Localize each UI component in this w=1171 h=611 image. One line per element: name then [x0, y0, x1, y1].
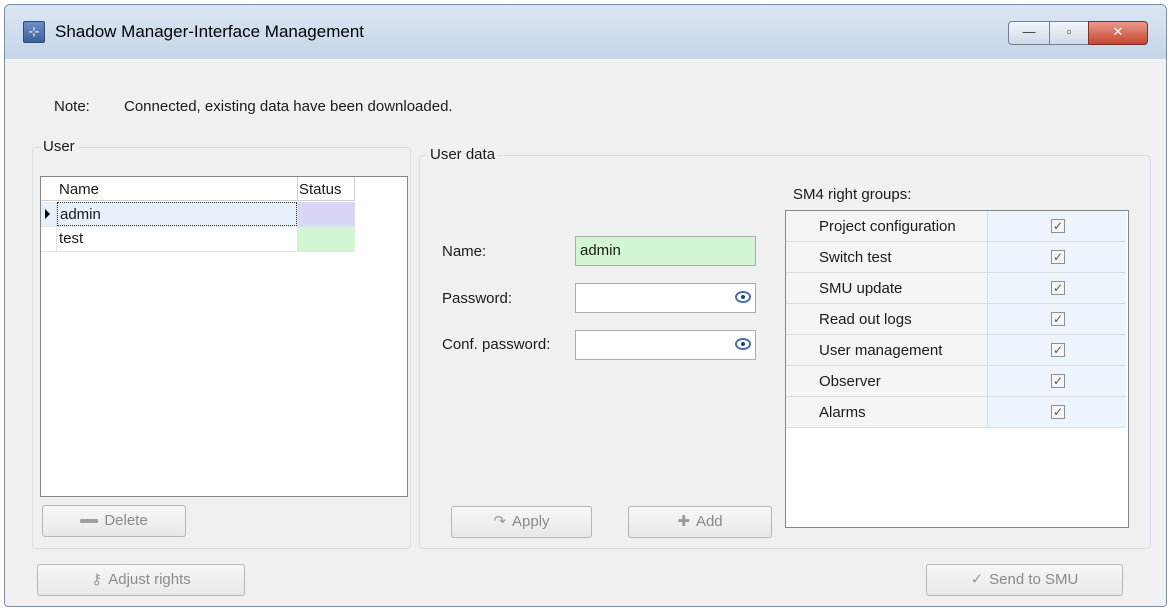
- close-icon: ✕: [1112, 24, 1124, 39]
- confirm-password-field[interactable]: [575, 330, 756, 360]
- column-header-name[interactable]: Name: [59, 181, 99, 198]
- rights-checkbox[interactable]: ✓: [1051, 405, 1065, 419]
- column-divider: [354, 177, 355, 201]
- note-text: Connected, existing data have been downl…: [124, 98, 453, 115]
- main-window: ⊹ Shadow Manager-Interface Management — …: [4, 4, 1167, 607]
- user-grid[interactable]: Name Status admin test: [40, 176, 408, 497]
- maximize-button[interactable]: ▫: [1049, 21, 1089, 45]
- minimize-icon: —: [1022, 24, 1036, 39]
- send-to-smu-label: Send to SMU: [989, 571, 1079, 588]
- rights-row-project-configuration[interactable]: Project configuration ✓: [786, 211, 1126, 242]
- close-button[interactable]: ✕: [1088, 21, 1148, 45]
- rights-groups-label: SM4 right groups:: [793, 186, 912, 203]
- user-data-group-legend: User data: [428, 146, 498, 163]
- rights-checkbox[interactable]: ✓: [1051, 219, 1065, 233]
- send-to-smu-button[interactable]: ✓ Send to SMU: [926, 564, 1123, 596]
- column-divider: [297, 177, 298, 201]
- rights-name-cell: Observer: [786, 366, 988, 396]
- rights-row-observer[interactable]: Observer ✓: [786, 366, 1126, 397]
- rights-row-smu-update[interactable]: SMU update ✓: [786, 273, 1126, 304]
- show-confirm-password-eye-icon[interactable]: [735, 338, 751, 350]
- add-label: Add: [695, 513, 723, 530]
- app-icon[interactable]: ⊹: [23, 21, 45, 43]
- password-field[interactable]: [575, 283, 756, 313]
- user-group-legend: User: [41, 138, 77, 155]
- rights-checkbox[interactable]: ✓: [1051, 281, 1065, 295]
- rights-name-cell: Alarms: [786, 397, 988, 427]
- rights-checkbox[interactable]: ✓: [1051, 250, 1065, 264]
- user-row-admin[interactable]: admin: [41, 202, 355, 227]
- user-key-icon: ⚷: [91, 571, 103, 588]
- rights-name-cell: User management: [786, 335, 988, 365]
- checkmark-icon: ✓: [970, 571, 984, 588]
- row-selector[interactable]: [41, 202, 57, 226]
- rights-row-read-out-logs[interactable]: Read out logs ✓: [786, 304, 1126, 335]
- rights-checkbox[interactable]: ✓: [1051, 312, 1065, 326]
- rights-name-cell: Switch test: [786, 242, 988, 272]
- plus-icon: ✚: [677, 513, 690, 530]
- add-button[interactable]: ✚ Add: [628, 506, 772, 538]
- column-header-status[interactable]: Status: [299, 181, 342, 198]
- apply-arrow-icon: ↷: [493, 513, 507, 530]
- note-label: Note:: [54, 98, 90, 115]
- user-name-cell[interactable]: test: [57, 227, 297, 251]
- rights-row-user-management[interactable]: User management ✓: [786, 335, 1126, 366]
- apply-button[interactable]: ↷ Apply: [451, 506, 592, 538]
- title-bar[interactable]: ⊹ Shadow Manager-Interface Management — …: [5, 5, 1166, 59]
- adjust-rights-label: Adjust rights: [108, 571, 191, 588]
- window-client-area: Note: Connected, existing data have been…: [5, 59, 1166, 606]
- adjust-rights-button[interactable]: ⚷ Adjust rights: [37, 564, 245, 596]
- apply-label: Apply: [512, 513, 550, 530]
- rights-name-cell: Project configuration: [786, 211, 988, 241]
- rights-groups-table[interactable]: Project configuration ✓ Switch test ✓ SM…: [785, 210, 1129, 528]
- delete-label: Delete: [104, 512, 148, 529]
- user-name-cell[interactable]: admin: [57, 202, 297, 226]
- rights-name-cell: Read out logs: [786, 304, 988, 334]
- name-label: Name:: [442, 243, 487, 260]
- user-grid-header: Name Status: [41, 177, 355, 201]
- delete-button[interactable]: Delete: [42, 505, 186, 537]
- user-row-test[interactable]: test: [41, 227, 355, 252]
- confirm-password-label: Conf. password:: [442, 336, 551, 353]
- rights-name-cell: SMU update: [786, 273, 988, 303]
- window-title: Shadow Manager-Interface Management: [55, 22, 365, 41]
- rights-row-alarms[interactable]: Alarms ✓: [786, 397, 1126, 428]
- minimize-button[interactable]: —: [1008, 21, 1050, 45]
- name-field[interactable]: admin: [575, 236, 756, 266]
- maximize-icon: ▫: [1066, 24, 1072, 39]
- rights-checkbox[interactable]: ✓: [1051, 374, 1065, 388]
- current-row-arrow-icon: [45, 209, 50, 219]
- row-selector[interactable]: [41, 227, 57, 251]
- minus-icon: [80, 519, 99, 524]
- password-label: Password:: [442, 290, 513, 307]
- user-status-cell[interactable]: [297, 202, 355, 226]
- user-status-cell[interactable]: [297, 227, 355, 251]
- rights-checkbox[interactable]: ✓: [1051, 343, 1065, 357]
- show-password-eye-icon[interactable]: [735, 291, 751, 303]
- rights-row-switch-test[interactable]: Switch test ✓: [786, 242, 1126, 273]
